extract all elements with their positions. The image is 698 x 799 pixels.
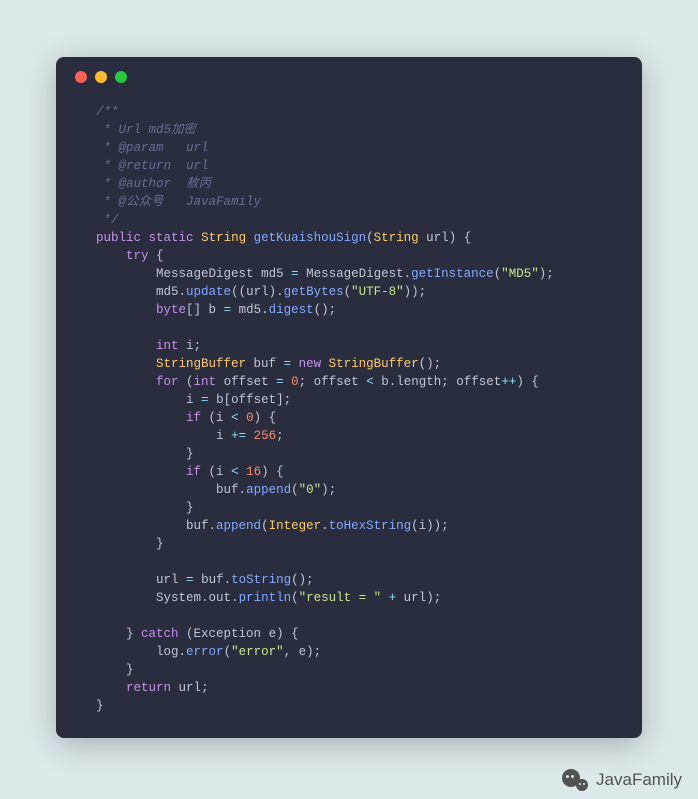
code-var: e: [299, 645, 307, 659]
code-keyword: catch: [141, 627, 179, 641]
code-keyword: static: [149, 231, 194, 245]
window-minimize-icon: [95, 71, 107, 83]
code-op: +=: [231, 429, 246, 443]
code-type: StringBuffer: [156, 357, 246, 371]
window-maximize-icon: [115, 71, 127, 83]
code-var: buf: [186, 519, 209, 533]
code-number: 0: [246, 411, 254, 425]
code-keyword: public: [96, 231, 141, 245]
window-close-icon: [75, 71, 87, 83]
code-var: i: [216, 411, 224, 425]
code-var: i: [419, 519, 427, 533]
code-string: "MD5": [501, 267, 539, 281]
code-string: "error": [231, 645, 284, 659]
code-op: +: [389, 591, 397, 605]
code-var: offset: [231, 393, 276, 407]
code-keyword: for: [156, 375, 179, 389]
code-var: e: [269, 627, 277, 641]
code-type: String: [374, 231, 419, 245]
code-var: url: [179, 681, 202, 695]
code-var: md5: [239, 303, 262, 317]
code-type: Integer: [269, 519, 322, 533]
code-type: MessageDigest: [156, 267, 254, 281]
code-op: <: [231, 465, 239, 479]
code-obj: out: [209, 591, 232, 605]
code-comment: * @param url: [96, 141, 209, 155]
code-keyword: if: [186, 465, 201, 479]
code-var: i: [186, 339, 194, 353]
wechat-icon: [562, 769, 588, 791]
code-type: MessageDigest: [306, 267, 404, 281]
code-var: url: [404, 591, 427, 605]
code-function: toHexString: [329, 519, 412, 533]
code-window: /** * Url md5加密 * @param url * @return u…: [56, 57, 642, 738]
code-number: 256: [254, 429, 277, 443]
code-type: String: [201, 231, 246, 245]
code-var: offset: [314, 375, 359, 389]
code-param: url: [426, 231, 449, 245]
code-function: error: [186, 645, 224, 659]
code-comment: * @公众号 JavaFamily: [96, 195, 261, 209]
code-function: toString: [231, 573, 291, 587]
code-obj: System: [156, 591, 201, 605]
code-var: offset: [456, 375, 501, 389]
code-var: i: [216, 429, 224, 443]
code-comment: * @return url: [96, 159, 209, 173]
code-comment: * Url md5加密: [96, 123, 196, 137]
code-function: getInstance: [411, 267, 494, 281]
code-var: b: [216, 393, 224, 407]
code-var: offset: [224, 375, 269, 389]
code-type: Exception: [194, 627, 262, 641]
code-string: "UTF-8": [351, 285, 404, 299]
watermark: JavaFamily: [562, 769, 682, 791]
code-function: append: [246, 483, 291, 497]
code-var: md5: [156, 285, 179, 299]
code-number: 0: [291, 375, 299, 389]
code-op: ++: [501, 375, 516, 389]
code-function: update: [186, 285, 231, 299]
code-function: getBytes: [284, 285, 344, 299]
code-function: println: [239, 591, 292, 605]
code-string: "result = ": [299, 591, 382, 605]
code-var: buf: [201, 573, 224, 587]
code-string: "0": [299, 483, 322, 497]
code-var: md5: [261, 267, 284, 281]
code-var: b: [381, 375, 389, 389]
code-keyword: int: [156, 339, 179, 353]
code-op: <: [366, 375, 374, 389]
code-function: digest: [269, 303, 314, 317]
code-var: i: [216, 465, 224, 479]
code-type: StringBuffer: [329, 357, 419, 371]
code-number: 16: [246, 465, 261, 479]
code-var: url: [156, 573, 179, 587]
code-var: url: [246, 285, 269, 299]
code-keyword: new: [299, 357, 322, 371]
code-var: i: [186, 393, 194, 407]
code-keyword: return: [126, 681, 171, 695]
code-function: append: [216, 519, 261, 533]
code-prop: length: [396, 375, 441, 389]
code-keyword: if: [186, 411, 201, 425]
code-var: buf: [216, 483, 239, 497]
code-function: getKuaishouSign: [254, 231, 367, 245]
code-var: buf: [254, 357, 277, 371]
code-keyword: byte: [156, 303, 186, 317]
watermark-text: JavaFamily: [596, 770, 682, 790]
code-keyword: int: [194, 375, 217, 389]
code-keyword: try: [126, 249, 149, 263]
window-titlebar: [56, 57, 642, 83]
code-block: /** * Url md5加密 * @param url * @return u…: [56, 83, 642, 735]
code-op: <: [231, 411, 239, 425]
code-comment: */: [96, 213, 119, 227]
code-comment: /**: [96, 105, 119, 119]
code-comment: * @author 敖丙: [96, 177, 211, 191]
code-var: b: [209, 303, 217, 317]
code-obj: log: [156, 645, 179, 659]
